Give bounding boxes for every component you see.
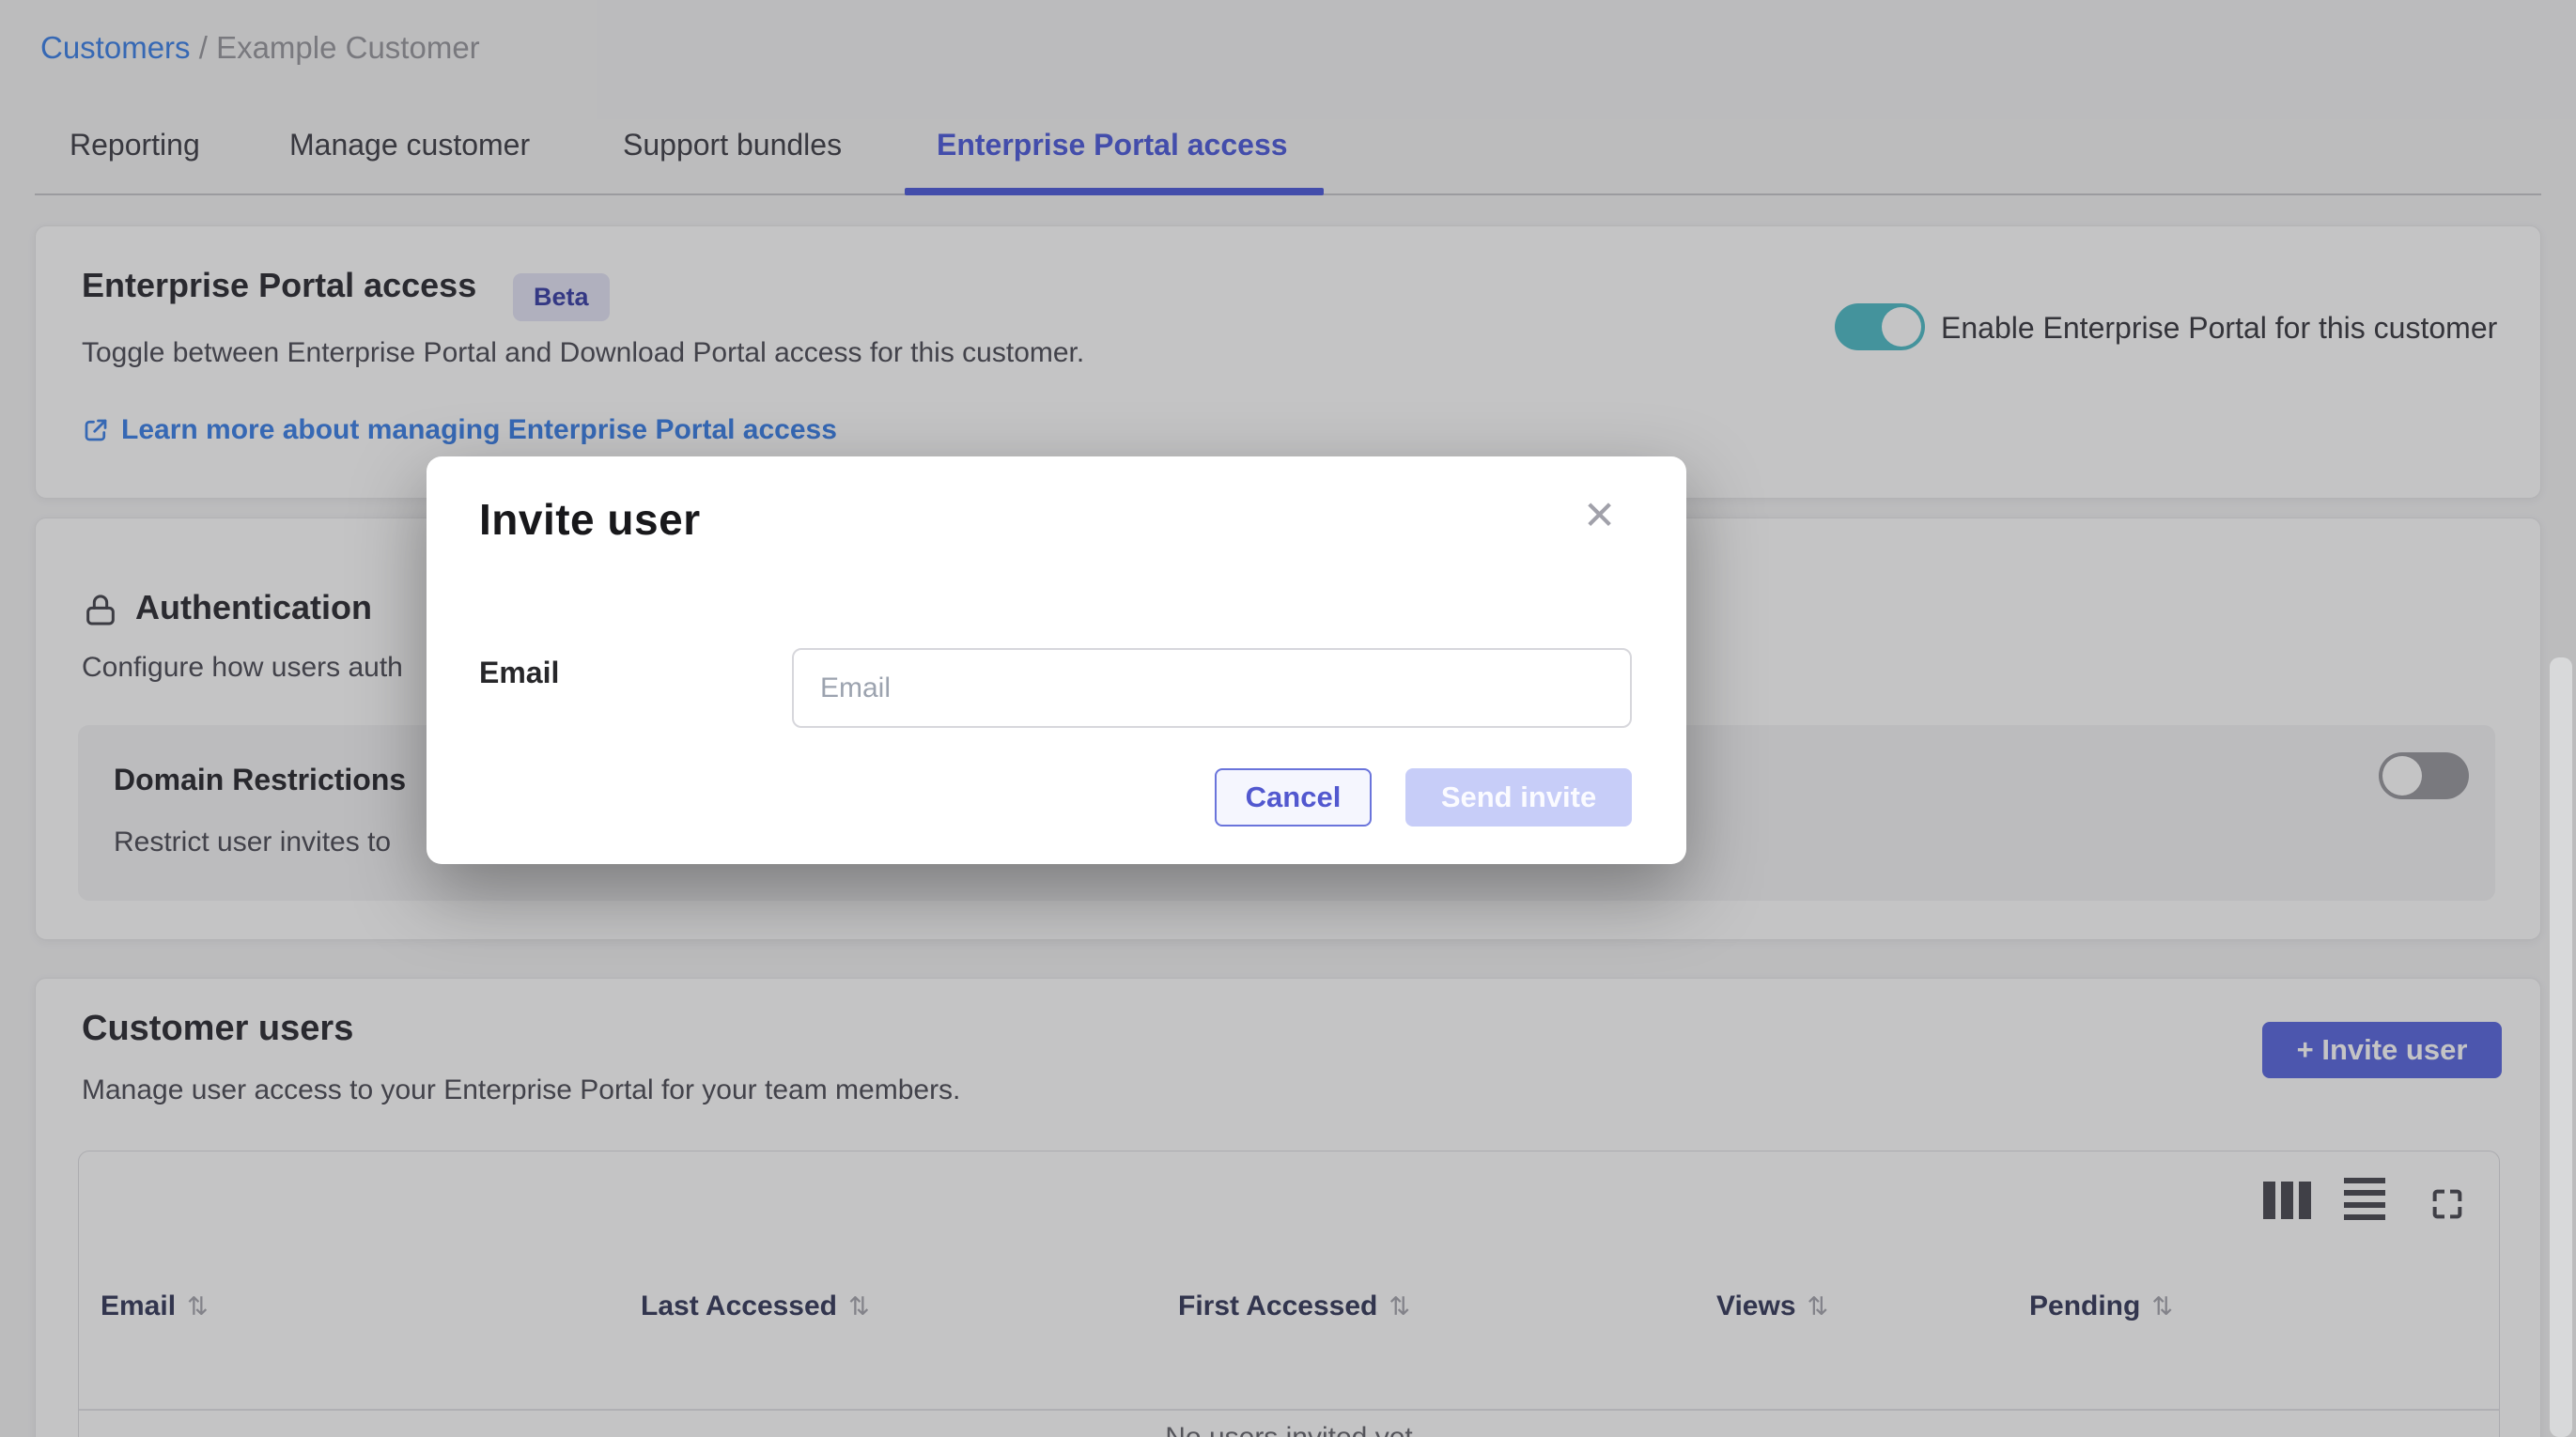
cancel-button[interactable]: Cancel	[1215, 768, 1372, 827]
close-icon[interactable]: ✕	[1583, 496, 1616, 535]
scrollbar-thumb[interactable]	[2550, 657, 2572, 1437]
email-field-label: Email	[479, 656, 559, 690]
send-invite-button[interactable]: Send invite	[1405, 768, 1632, 827]
modal-title: Invite user	[479, 494, 701, 545]
email-input[interactable]	[792, 648, 1632, 728]
page: Customers / Example Customer Reporting M…	[0, 0, 2576, 1437]
invite-user-modal: Invite user ✕ Email Cancel Send invite	[427, 456, 1686, 864]
